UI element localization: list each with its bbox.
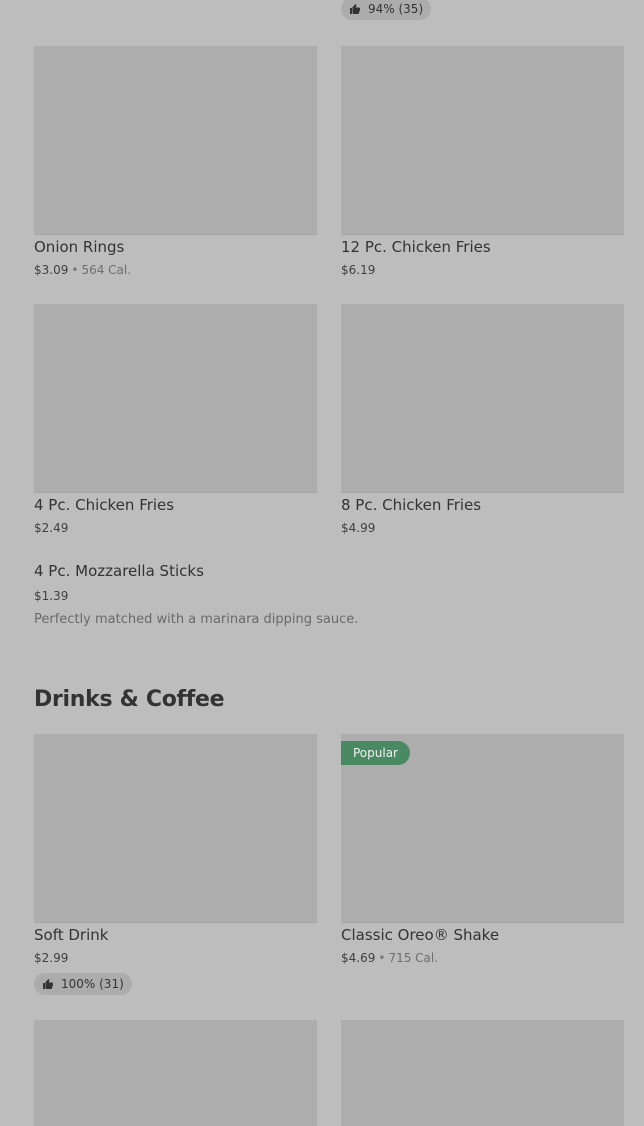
item-title[interactable]: Onion Rings bbox=[34, 238, 124, 256]
separator: • bbox=[378, 951, 386, 965]
rating-chip: 94% (35) bbox=[341, 0, 432, 20]
item-image-4pc-chicken-fries[interactable] bbox=[34, 304, 317, 493]
item-title[interactable]: 4 Pc. Mozzarella Sticks bbox=[34, 562, 204, 580]
item-image-onion-rings[interactable] bbox=[34, 46, 317, 235]
popular-badge: Popular bbox=[341, 741, 410, 765]
rating-label: 94% (35) bbox=[368, 2, 424, 16]
item-image-8pc-chicken-fries[interactable] bbox=[341, 304, 624, 493]
item-price: $1.39 bbox=[34, 589, 69, 603]
item-description: Perfectly matched with a marinara dippin… bbox=[34, 612, 359, 627]
item-title[interactable]: 8 Pc. Chicken Fries bbox=[341, 496, 481, 514]
thumbs-up-icon bbox=[43, 979, 53, 989]
rating-chip: 100% (31) bbox=[34, 973, 132, 995]
rating-label: 100% (31) bbox=[61, 977, 124, 991]
separator: • bbox=[71, 263, 79, 277]
item-image[interactable] bbox=[34, 1020, 317, 1126]
section-title: Drinks & Coffee bbox=[34, 687, 225, 712]
item-title[interactable]: 12 Pc. Chicken Fries bbox=[341, 238, 491, 256]
item-price: $6.19 bbox=[341, 263, 376, 277]
item-price: $3.09 bbox=[34, 263, 69, 277]
item-title[interactable]: Soft Drink bbox=[34, 926, 108, 944]
thumbs-up-icon bbox=[350, 4, 360, 14]
item-image[interactable] bbox=[341, 1020, 624, 1126]
item-price: $4.99 bbox=[341, 521, 376, 535]
item-calories: 715 Cal. bbox=[388, 951, 439, 965]
item-price: $2.49 bbox=[34, 521, 69, 535]
item-image-12pc-chicken-fries[interactable] bbox=[341, 46, 624, 235]
item-title[interactable]: 4 Pc. Chicken Fries bbox=[34, 496, 174, 514]
item-image-soft-drink[interactable] bbox=[34, 734, 317, 923]
item-title[interactable]: Classic Oreo® Shake bbox=[341, 926, 499, 944]
item-calories: 564 Cal. bbox=[81, 263, 132, 277]
item-meta: $3.09 • 564 Cal. bbox=[34, 263, 131, 277]
item-price: $4.69 bbox=[341, 951, 376, 965]
item-meta: $4.69 • 715 Cal. bbox=[341, 951, 438, 965]
item-price: $2.99 bbox=[34, 951, 69, 965]
